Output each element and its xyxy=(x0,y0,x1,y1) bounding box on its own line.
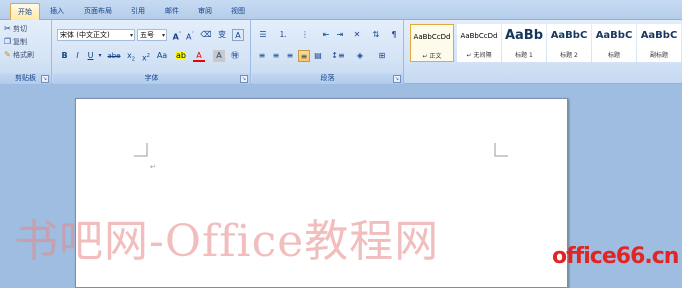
align-right-icon[interactable]: ≡ xyxy=(284,50,296,62)
style-sample: AaBbCcDd xyxy=(460,32,498,40)
font-name-value: 宋体 (中文正文) xyxy=(60,31,110,39)
line-spacing-icon[interactable]: ↕≡ xyxy=(330,50,346,62)
style-sample: AaBbC xyxy=(595,30,633,41)
chevron-down-icon: ▾ xyxy=(129,32,133,39)
tab-mailings[interactable]: 邮件 xyxy=(158,3,186,20)
style-heading-2[interactable]: AaBbC 标题 2 xyxy=(547,24,591,62)
styles-group: AaBbCcDd ↵ 正文 AaBbCcDd ↵ 无间隔 AaBb 标题 1 A… xyxy=(405,20,682,84)
copy-label: 复制 xyxy=(13,38,27,46)
chevron-down-icon[interactable]: ▾ xyxy=(97,50,103,62)
sort-icon[interactable]: ⇅ xyxy=(370,29,382,41)
subscript-button[interactable]: x2 xyxy=(125,50,137,63)
tab-view[interactable]: 视图 xyxy=(224,3,252,20)
tab-insert[interactable]: 插入 xyxy=(43,3,71,20)
brush-icon: ✎ xyxy=(4,50,11,59)
clipboard-group: ✂ 剪切 ❐ 复制 ✎ 格式刷 剪贴板 ↘ xyxy=(0,20,52,84)
style-name: 标题 1 xyxy=(515,52,533,59)
style-name: 标题 xyxy=(607,52,620,59)
align-left-icon[interactable]: ≡ xyxy=(256,50,268,62)
char-border-button[interactable]: A xyxy=(232,29,244,41)
style-sample: AaBbC xyxy=(640,30,678,41)
tab-home[interactable]: 开始 xyxy=(10,3,40,20)
style-subtitle[interactable]: AaBbC 副标题 xyxy=(637,24,681,62)
ribbon: ✂ 剪切 ❐ 复制 ✎ 格式刷 剪贴板 ↘ 宋体 (中文正文) ▾ 五号 ▾ Aˆ A… xyxy=(0,20,682,84)
chevron-down-icon: ▾ xyxy=(161,32,165,39)
style-title[interactable]: AaBbC 标题 xyxy=(592,24,636,62)
border-icon[interactable]: ⊞ xyxy=(374,50,390,62)
font-dialog-launcher[interactable]: ↘ xyxy=(240,75,248,83)
char-shading-button[interactable]: A xyxy=(213,50,225,62)
asian-layout-icon[interactable]: ✕ xyxy=(350,29,364,41)
bold-button[interactable]: B xyxy=(59,50,70,62)
paragraph-group-label: 段落 xyxy=(252,73,403,84)
tab-review[interactable]: 审阅 xyxy=(191,3,219,20)
distributed-icon[interactable]: ▤ xyxy=(312,50,324,62)
clear-format-icon[interactable]: ⌫ xyxy=(200,29,212,41)
shrink-font-button[interactable]: Aˇ xyxy=(184,29,196,42)
watermark-text: 书吧网-Office教程网 xyxy=(14,216,440,267)
align-center-icon[interactable]: ≡ xyxy=(270,50,282,62)
site-watermark: office66.cn xyxy=(552,244,679,269)
cut-label: 剪切 xyxy=(13,25,27,33)
style-name: 标题 2 xyxy=(560,52,578,59)
tab-references[interactable]: 引用 xyxy=(124,3,152,20)
shading-icon[interactable]: ◈ xyxy=(352,50,368,62)
font-size-combo[interactable]: 五号 ▾ xyxy=(137,29,167,41)
style-name: ↵ 无间隔 xyxy=(466,52,492,59)
grow-font-button[interactable]: Aˆ xyxy=(171,29,183,42)
margin-corner-top-left xyxy=(134,143,148,157)
cut-button[interactable]: ✂ 剪切 xyxy=(2,24,27,36)
style-normal[interactable]: AaBbCcDd ↵ 正文 xyxy=(410,24,454,62)
highlighter-icon[interactable]: ab xyxy=(175,50,187,62)
increase-indent-icon[interactable]: ⇥ xyxy=(334,29,346,41)
copy-button[interactable]: ❐ 复制 xyxy=(2,37,27,49)
tab-page-layout[interactable]: 页面布局 xyxy=(77,3,119,20)
underline-button[interactable]: U xyxy=(85,50,96,62)
margin-corner-top-right xyxy=(494,143,508,157)
strikethrough-button[interactable]: abe xyxy=(107,50,121,62)
change-case-button[interactable]: Aa xyxy=(155,50,169,62)
clipboard-dialog-launcher[interactable]: ↘ xyxy=(41,75,49,83)
font-group: 宋体 (中文正文) ▾ 五号 ▾ Aˆ Aˇ ⌫ 变 A B I U ▾ abe… xyxy=(53,20,251,84)
enclose-char-icon[interactable]: ㊕ xyxy=(229,50,241,62)
style-name: 副标题 xyxy=(649,52,668,59)
style-sample: AaBb xyxy=(504,28,544,43)
font-group-label: 字体 xyxy=(53,73,250,84)
justify-icon[interactable]: ≡ xyxy=(298,50,310,62)
ribbon-tab-strip: 开始 插入 页面布局 引用 邮件 审阅 视图 xyxy=(0,0,682,20)
numbering-icon[interactable]: ⒈ xyxy=(276,29,290,41)
style-sample: AaBbC xyxy=(550,30,588,41)
bullets-icon[interactable]: ☰ xyxy=(256,29,270,41)
multilevel-list-icon[interactable]: ⋮ xyxy=(298,29,312,41)
format-painter-label: 格式刷 xyxy=(13,51,34,59)
style-name: ↵ 正文 xyxy=(422,53,442,60)
style-heading-1[interactable]: AaBb 标题 1 xyxy=(502,24,546,62)
paragraph-group: ☰ ⒈ ⋮ ⇤ ⇥ ✕ ⇅ ¶ ≡ ≡ ≡ ≡ ▤ ↕≡ ◈ ⊞ 段落 ↘ xyxy=(252,20,404,84)
italic-button[interactable]: I xyxy=(72,50,83,62)
paragraph-dialog-launcher[interactable]: ↘ xyxy=(393,75,401,83)
style-sample: AaBbCcDd xyxy=(413,33,451,41)
font-size-value: 五号 xyxy=(140,31,154,39)
format-painter-button[interactable]: ✎ 格式刷 xyxy=(2,50,34,62)
font-color-button[interactable]: A xyxy=(193,50,205,62)
copy-icon: ❐ xyxy=(3,37,12,46)
paragraph-mark-icon[interactable]: ¶ xyxy=(388,29,400,41)
scissors-icon: ✂ xyxy=(4,24,11,33)
decrease-indent-icon[interactable]: ⇤ xyxy=(320,29,332,41)
superscript-button[interactable]: x2 xyxy=(140,50,152,63)
paragraph-mark: ↵ xyxy=(150,163,156,171)
style-no-spacing[interactable]: AaBbCcDd ↵ 无间隔 xyxy=(457,24,501,62)
font-name-combo[interactable]: 宋体 (中文正文) ▾ xyxy=(57,29,135,41)
phonetic-guide-icon[interactable]: 变 xyxy=(216,29,228,41)
